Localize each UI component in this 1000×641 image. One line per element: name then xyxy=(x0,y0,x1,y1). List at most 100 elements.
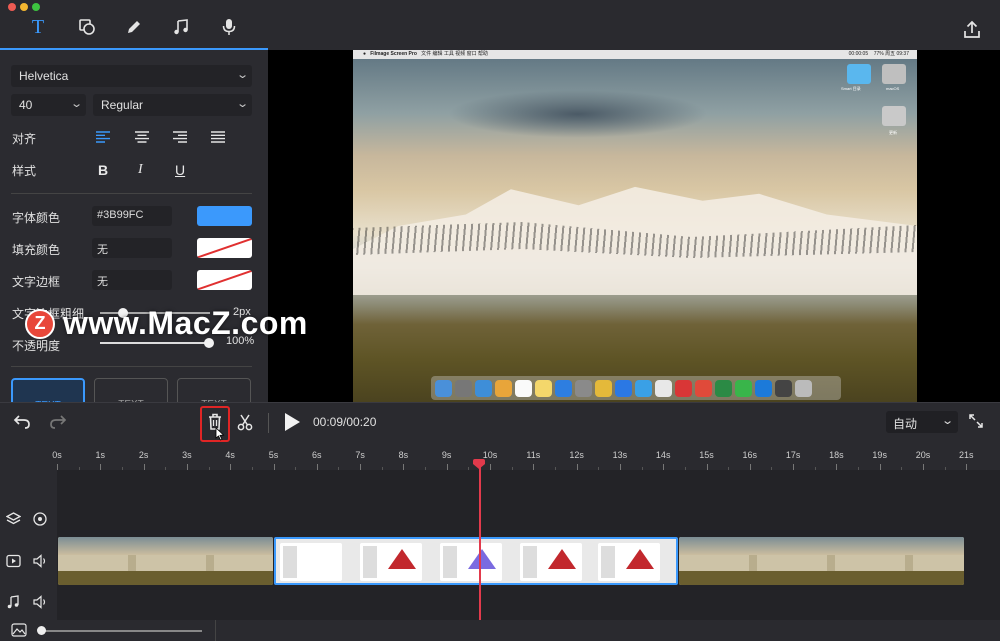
xmind-icon xyxy=(695,379,712,397)
notes-icon xyxy=(535,379,552,397)
ruler-tick-label: 12s xyxy=(569,450,584,460)
ruler-tick-label: 6s xyxy=(312,450,322,460)
align-left-button[interactable] xyxy=(96,130,110,146)
clip-thumbnail xyxy=(440,543,502,581)
fill-color-label: 填充颜色 xyxy=(12,243,61,257)
finder-icon xyxy=(435,379,452,397)
text-preset-2[interactable]: TEXT xyxy=(94,378,168,402)
safari-icon xyxy=(475,379,492,397)
undo-icon xyxy=(13,415,30,429)
ruler-tick-label: 16s xyxy=(742,450,758,460)
panel-divider xyxy=(11,366,252,367)
play-button[interactable] xyxy=(283,412,301,437)
expand-icon xyxy=(969,414,983,428)
minimize-window-button[interactable] xyxy=(20,3,28,11)
ruler-tick-label: 7s xyxy=(355,450,365,460)
desktop-icon-label: 更新 xyxy=(889,130,897,135)
video-clip-1[interactable] xyxy=(58,537,273,585)
font-color-swatch[interactable] xyxy=(197,206,252,226)
italic-button[interactable]: I xyxy=(138,162,143,178)
ruler-tick-label: 3s xyxy=(182,450,192,460)
fill-color-field[interactable]: 无 xyxy=(92,238,172,258)
ruler-tick-label: 15s xyxy=(699,450,714,460)
shape-tool-tab[interactable] xyxy=(76,16,98,38)
video-track-button[interactable] xyxy=(6,554,21,571)
zoom-window-button[interactable] xyxy=(32,3,40,11)
text-tool-tab[interactable]: T xyxy=(27,16,49,38)
pencil-icon xyxy=(128,21,140,33)
video-preview[interactable]: ● Filmage Screen Pro 文件 编辑 工具 视频 窗口 帮助 0… xyxy=(353,50,917,402)
ruler-tick-label: 21s xyxy=(959,450,974,460)
undo-button[interactable] xyxy=(13,413,31,434)
border-color-field[interactable]: 无 xyxy=(92,270,172,290)
desktop-dock xyxy=(431,376,841,400)
clip-thumbnail xyxy=(360,543,422,581)
clock-app-icon xyxy=(635,379,652,397)
pdf-app-icon xyxy=(655,379,672,397)
bottom-divider xyxy=(215,620,216,641)
timeline-ruler[interactable]: 0s 1s 2s 3s 4s 5s 6s 7s 8s 9s 10s 11s 12s 13s 14s 15s 16… xyxy=(0,442,1000,470)
music-tool-tab[interactable] xyxy=(170,16,192,38)
underline-button[interactable]: U xyxy=(175,162,185,178)
text-preset-1[interactable]: TEXT xyxy=(11,378,85,402)
mic-tool-tab[interactable] xyxy=(218,16,240,38)
audio-track-button[interactable] xyxy=(6,595,20,612)
timeline-zoom-knob[interactable] xyxy=(37,626,46,635)
timeline-zoom-select[interactable]: 自动 ⌄ xyxy=(886,411,958,433)
align-center-icon xyxy=(135,131,149,143)
redo-button[interactable] xyxy=(49,413,67,434)
video-clip-2-selected[interactable] xyxy=(274,537,678,585)
layers-button[interactable] xyxy=(5,512,22,529)
opacity-slider[interactable] xyxy=(100,342,210,344)
align-center-button[interactable] xyxy=(135,130,149,146)
video-clip-3[interactable] xyxy=(679,537,964,585)
playhead-line xyxy=(479,460,481,620)
font-family-select[interactable]: Helvetica ⌄ xyxy=(11,65,252,87)
font-family-value: Helvetica xyxy=(19,69,69,83)
playback-time: 00:09/00:20 xyxy=(313,415,377,429)
layers-icon xyxy=(5,512,22,525)
ruler-tick-label: 2s xyxy=(138,450,149,460)
hard-drive-icon xyxy=(882,64,906,84)
font-size-select[interactable]: 40 ⌄ xyxy=(11,94,86,116)
sogou-icon xyxy=(615,379,632,397)
font-color-hex-field[interactable]: #3B99FC xyxy=(92,206,172,226)
app-window: T Helvetica ⌄ 40 ⌄ Regular ⌄ 对齐 样式 B I U… xyxy=(0,0,1000,641)
align-justify-icon xyxy=(211,131,225,143)
watermark-logo: Z xyxy=(25,308,55,339)
bold-button[interactable]: B xyxy=(98,162,108,178)
window-controls xyxy=(8,3,40,11)
speaker-icon xyxy=(33,595,46,609)
menubar-items: 文件 编辑 工具 视频 窗口 帮助 xyxy=(421,51,489,57)
upload-icon xyxy=(964,20,980,38)
audio-track-volume-button[interactable] xyxy=(33,595,48,612)
export-button[interactable] xyxy=(962,20,982,40)
text-preset-3[interactable]: TEXT xyxy=(177,378,251,402)
playback-controls: 00:09/00:20 自动 ⌄ xyxy=(0,402,1000,442)
track-visibility-button[interactable] xyxy=(33,512,47,529)
disk-image-icon xyxy=(882,106,906,126)
pen-tool-tab[interactable] xyxy=(123,16,145,38)
align-justify-button[interactable] xyxy=(211,130,225,146)
apple-logo-icon: ● xyxy=(363,51,367,57)
menubar-app-name: Filmage Screen Pro xyxy=(370,51,417,57)
chevron-down-icon: ⌄ xyxy=(235,69,249,81)
ruler-tick-label: 0s xyxy=(52,450,62,460)
font-weight-select[interactable]: Regular ⌄ xyxy=(93,94,252,116)
ruler-tick-label: 17s xyxy=(785,450,801,460)
align-right-button[interactable] xyxy=(173,130,187,146)
clip-thumbnail xyxy=(598,543,660,581)
zoom-mode-value: 自动 xyxy=(893,417,918,431)
timeline-zoom-slider[interactable] xyxy=(40,630,202,632)
fullscreen-button[interactable] xyxy=(968,413,984,434)
desktop-icon-label: macOS xyxy=(886,86,900,91)
ruler-tick-label: 18s xyxy=(829,450,844,460)
border-color-swatch[interactable] xyxy=(197,270,252,290)
video-track-volume-button[interactable] xyxy=(33,554,48,571)
timeline-zoom-button[interactable] xyxy=(11,623,27,641)
menubar-record-time: 00:00:05 xyxy=(848,51,869,57)
close-window-button[interactable] xyxy=(8,3,16,11)
split-button[interactable] xyxy=(237,413,253,436)
clip-thumbnail xyxy=(520,543,582,581)
fill-color-swatch[interactable] xyxy=(197,238,252,258)
